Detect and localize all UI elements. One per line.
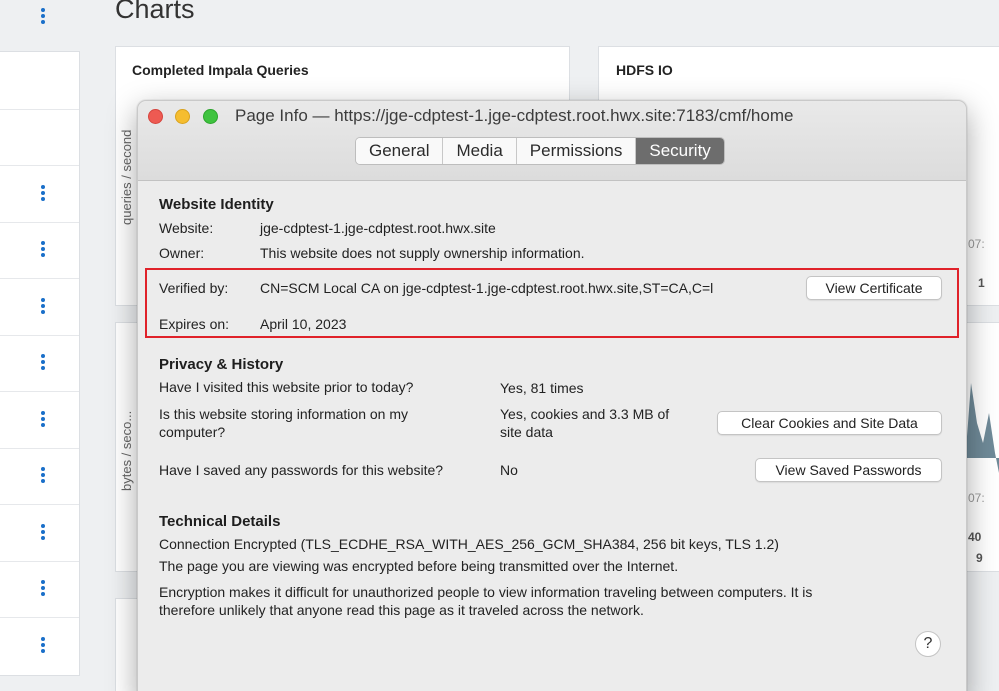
page-title: Charts [115,0,195,24]
time-tick-fragment: 07: [968,237,985,251]
tab-media[interactable]: Media [443,138,517,164]
value-fragment: 1 [978,276,985,290]
owner-label: Owner: [159,245,205,261]
row-kebab-menu-icon[interactable] [40,467,46,483]
row-kebab-menu-icon[interactable] [40,241,46,257]
minimize-window-button[interactable] [175,109,190,124]
help-button[interactable]: ? [915,631,941,657]
owner-value: This website does not supply ownership i… [260,245,585,261]
zoom-window-button[interactable] [203,109,218,124]
storing-answer-line2: site data [500,424,553,440]
storing-answer-line1: Yes, cookies and 3.3 MB of [500,406,670,422]
impala-y-axis-label: queries / second [119,129,134,225]
encryption-explainer-line2: therefore unlikely that anyone read this… [159,602,644,618]
website-label: Website: [159,220,214,236]
passwords-question: Have I saved any passwords for this webs… [159,462,444,478]
verified-by-label: Verified by: [159,280,229,296]
verified-by-value: CN=SCM Local CA on jge-cdptest-1.jge-cdp… [260,280,714,296]
storing-question-line1: Is this website storing information on m… [159,406,408,422]
bytes-y-axis-label: bytes / seco... [119,410,134,491]
storing-question-line2: computer? [159,424,226,440]
hdfs-card-title: HDFS IO [616,62,673,78]
view-certificate-button[interactable]: View Certificate [806,276,942,300]
connection-encrypted-text: Connection Encrypted (TLS_ECDHE_RSA_WITH… [159,536,779,552]
expires-on-value: April 10, 2023 [260,316,347,332]
encryption-note-text: The page you are viewing was encrypted b… [159,558,679,574]
clear-cookies-button[interactable]: Clear Cookies and Site Data [717,411,942,435]
close-window-button[interactable] [148,109,163,124]
visited-answer: Yes, 81 times [500,380,584,396]
value-fragment: 9 [976,551,983,565]
technical-details-heading: Technical Details [159,513,281,530]
impala-card-title: Completed Impala Queries [132,62,309,78]
dialog-titlebar[interactable]: Page Info — https://jge-cdptest-1.jge-cd… [138,101,966,181]
row-kebab-menu-icon[interactable] [40,354,46,370]
view-saved-passwords-button[interactable]: View Saved Passwords [755,458,942,482]
window-title: Page Info — https://jge-cdptest-1.jge-cd… [235,106,794,125]
tab-permissions[interactable]: Permissions [516,138,637,164]
tab-general[interactable]: General [356,138,444,164]
website-identity-heading: Website Identity [159,196,274,213]
page-info-dialog: Page Info — https://jge-cdptest-1.jge-cd… [137,100,967,691]
time-tick-fragment: 07: [968,491,985,505]
row-kebab-menu-icon[interactable] [40,411,46,427]
passwords-answer: No [500,462,518,478]
expires-on-label: Expires on: [159,316,230,332]
encryption-explainer-line1: Encryption makes it difficult for unauth… [159,584,813,600]
security-panel: Website Identity Website: jge-cdptest-1.… [138,182,966,691]
row-kebab-menu-icon[interactable] [40,637,46,653]
value-fragment: 40 [968,530,982,544]
privacy-history-heading: Privacy & History [159,356,284,373]
visited-question: Have I visited this website prior to tod… [159,379,414,395]
row-kebab-menu-icon[interactable] [40,580,46,596]
row-kebab-menu-icon[interactable] [40,524,46,540]
tab-security[interactable]: Security [636,138,724,164]
page-info-tabs: General Media Permissions Security [355,137,725,165]
top-kebab-menu-icon[interactable] [40,8,46,24]
row-kebab-menu-icon[interactable] [40,185,46,201]
row-kebab-menu-icon[interactable] [40,298,46,314]
website-value: jge-cdptest-1.jge-cdptest.root.hwx.site [260,220,496,236]
